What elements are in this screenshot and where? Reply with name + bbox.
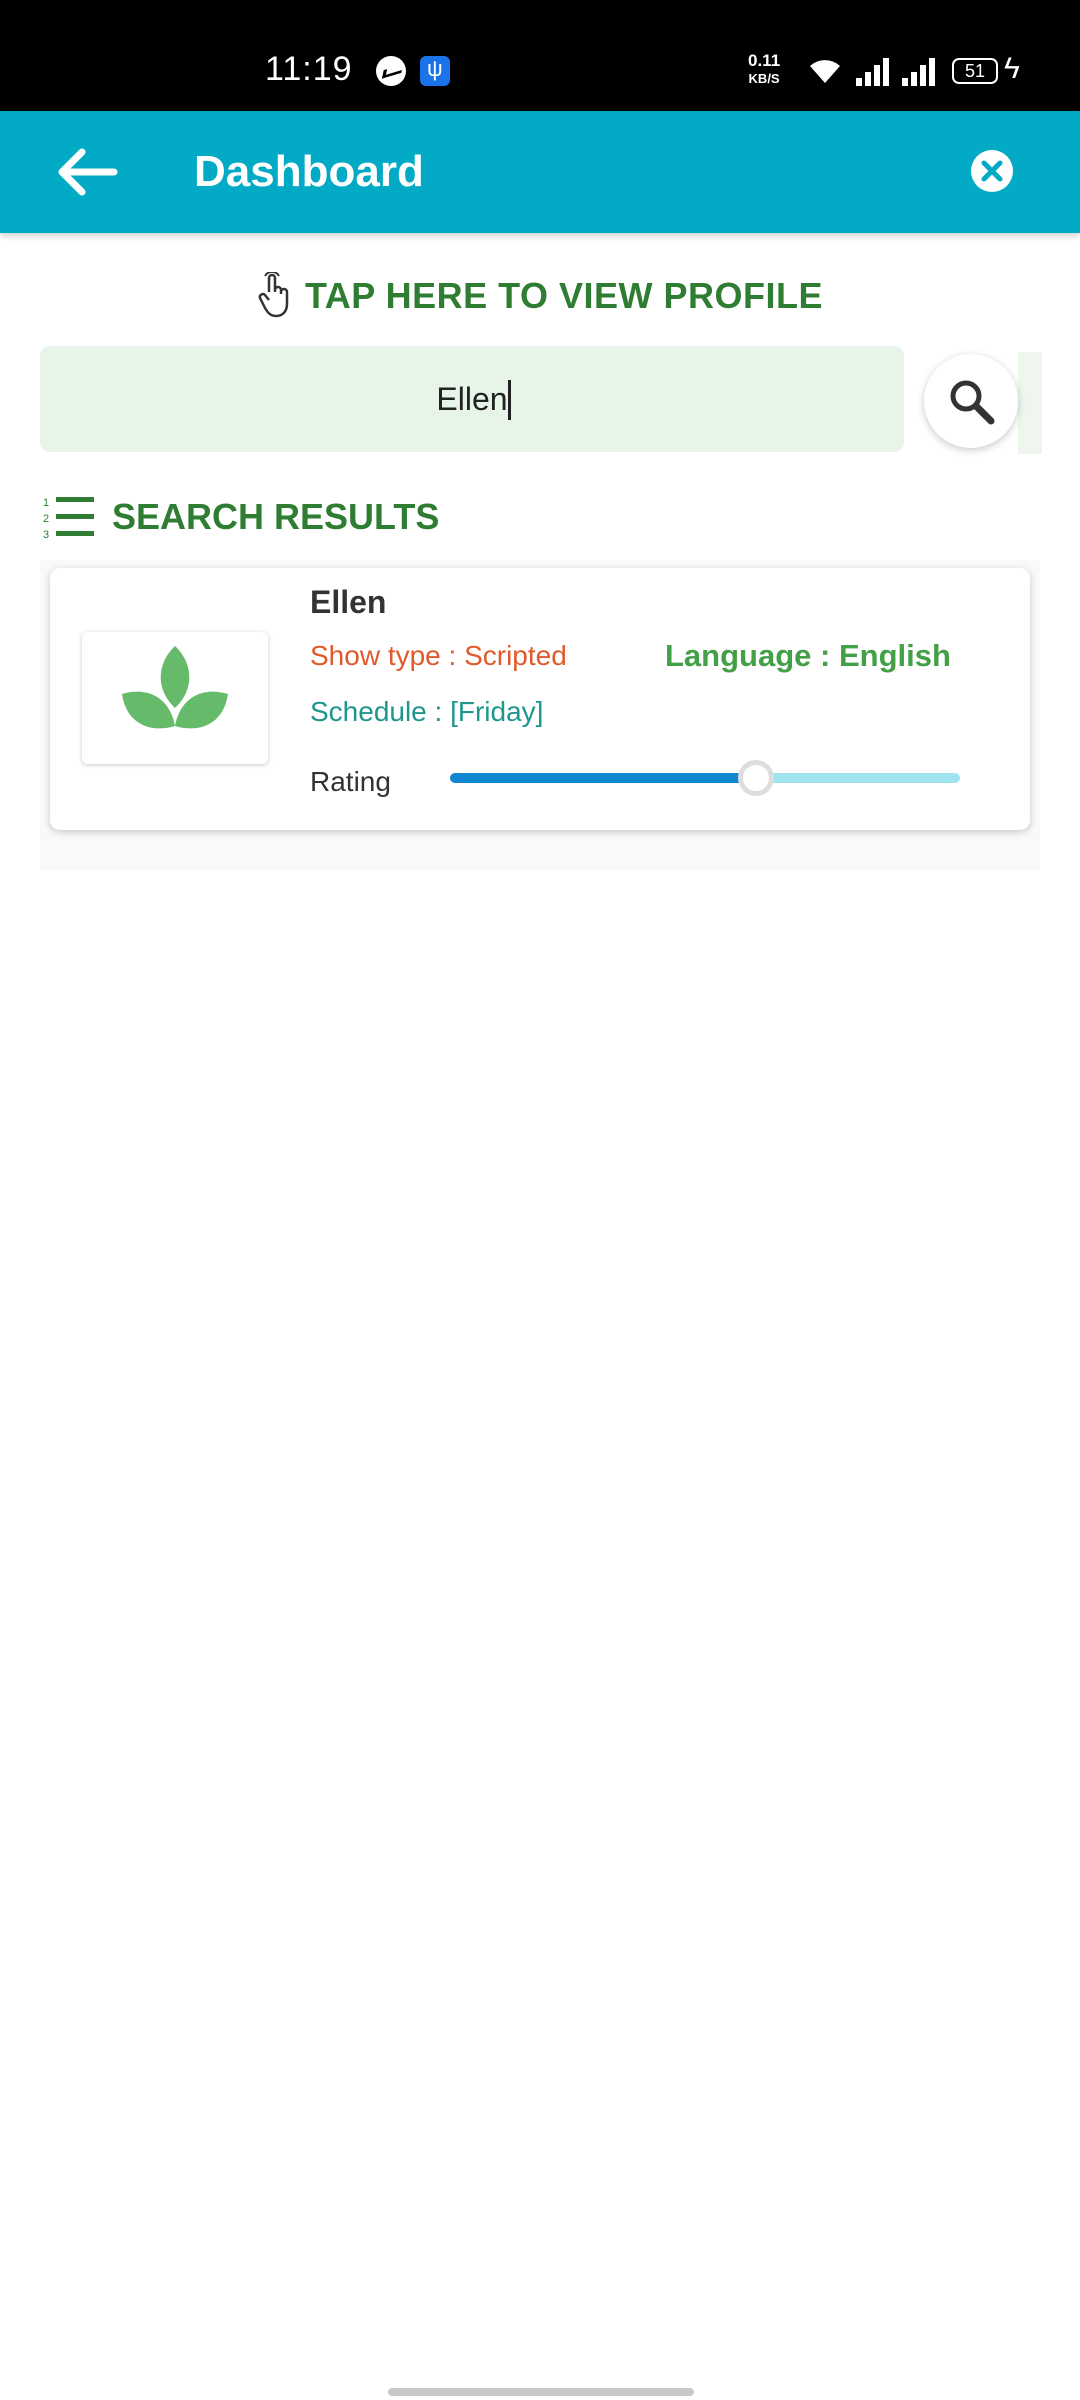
view-profile-label: TAP HERE TO VIEW PROFILE [304,275,824,316]
view-profile-link[interactable]: TAP HERE TO VIEW PROFILE [0,272,1080,332]
rating-slider[interactable] [450,760,960,796]
battery-icon: 51 [952,58,998,84]
hand-pointer-icon [258,272,289,318]
show-thumbnail [82,632,268,764]
app-bar: Dashboard [0,111,1080,233]
rating-fill [450,773,756,783]
status-bar: 11:19 0.11 KB/S 51 ϟ [0,0,1080,111]
search-results-title: SEARCH RESULTS [112,496,440,537]
search-icon [950,380,995,425]
show-name: Ellen [310,584,387,620]
search-button[interactable] [924,354,1018,448]
close-circle-icon[interactable] [969,148,1015,194]
home-indicator [388,2388,694,2396]
show-type: Show type : Scripted [310,640,567,671]
wifi-icon [810,60,840,83]
result-card[interactable]: Ellen Show type : Scripted Language : En… [50,568,1030,830]
svg-text:3: 3 [43,529,49,540]
rating-thumb[interactable] [738,760,774,796]
search-results-header: 1 2 3 SEARCH RESULTS [42,494,439,540]
network-speed: 0.11 KB/S [748,52,780,88]
messenger-icon [376,56,406,86]
leaf-logo-icon [122,646,228,729]
svg-text:2: 2 [43,513,49,525]
text-cursor [508,380,511,420]
arrow-left-icon[interactable] [54,147,118,197]
network-speed-unit: KB/S [748,71,780,86]
numbered-list-icon: 1 2 3 [43,497,94,540]
search-input[interactable] [40,346,904,452]
signal-icon [856,56,892,86]
svg-text:1: 1 [43,497,49,509]
signal-icon [902,56,938,86]
page-title: Dashboard [194,147,424,196]
status-time: 11:19 [265,50,353,88]
rating-label: Rating [310,766,391,797]
charging-icon: ϟ [1004,52,1020,85]
usb-icon [420,56,450,86]
show-language: Language : English [665,638,951,673]
battery-level: 51 [964,61,986,81]
show-schedule: Schedule : [Friday] [310,696,544,727]
search-divider [1018,352,1042,454]
network-speed-value: 0.11 [748,51,781,70]
